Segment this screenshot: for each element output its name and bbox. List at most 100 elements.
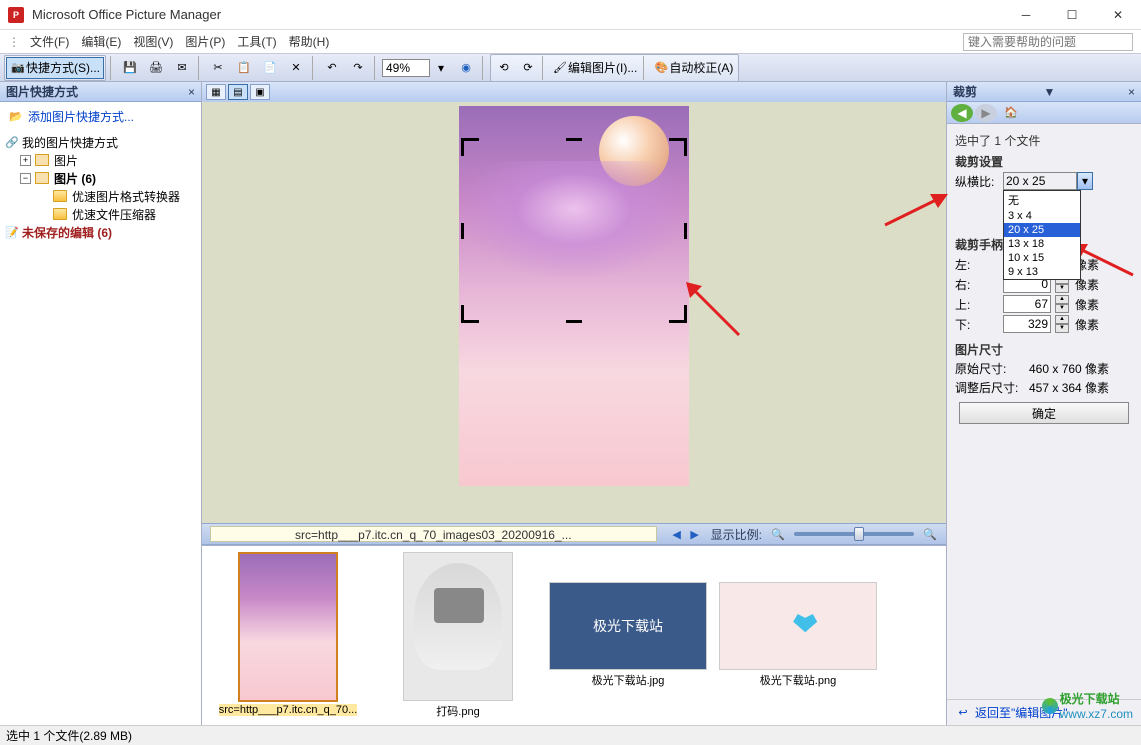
- image-preview[interactable]: [459, 106, 689, 486]
- save-button[interactable]: 💾: [118, 57, 142, 79]
- print-button[interactable]: 🖨: [144, 57, 168, 79]
- zoom-slider[interactable]: [794, 532, 914, 536]
- tree-node-pictures-6[interactable]: − 图片 (6): [0, 169, 201, 187]
- tree-node-converter[interactable]: 优速图片格式转换器: [0, 187, 201, 205]
- delete-button[interactable]: ✕: [284, 57, 308, 79]
- back-to-edit-link[interactable]: ↩ 返回至"编辑图片": [947, 699, 1141, 725]
- crop-handle-left[interactable]: [461, 223, 464, 239]
- thumbnail-image: 极光下载站: [549, 582, 707, 670]
- menu-file[interactable]: 文件(F): [24, 30, 75, 53]
- help-search-input[interactable]: [963, 33, 1133, 51]
- aspect-option[interactable]: 10 x 15: [1004, 251, 1080, 265]
- view-thumbnails-button[interactable]: ▦: [206, 84, 226, 100]
- thumbnail-item[interactable]: 打码.png: [378, 552, 538, 719]
- tree-unsaved-edits[interactable]: 📝 未保存的编辑 (6): [0, 223, 201, 241]
- nav-home-button[interactable]: 🏠: [999, 102, 1023, 124]
- crop-bottom-spinner[interactable]: ▲▼: [1055, 315, 1069, 333]
- unsaved-icon: 📝: [4, 224, 20, 240]
- copy-button[interactable]: 📋: [232, 57, 256, 79]
- help-button[interactable]: ◉: [454, 57, 478, 79]
- crop-panel-close-button[interactable]: ×: [1128, 85, 1135, 99]
- nav-forward-button[interactable]: ▶: [975, 104, 997, 122]
- view-mode-toolbar: ▦ ▤ ▣: [202, 82, 946, 102]
- ok-button[interactable]: 确定: [959, 402, 1129, 424]
- thumbnail-item[interactable]: 极光下载站.png: [718, 552, 878, 719]
- mail-button[interactable]: ✉: [170, 57, 194, 79]
- thumbnail-item[interactable]: src=http___p7.itc.cn_q_70...: [208, 552, 368, 719]
- zoom-input[interactable]: [382, 59, 430, 77]
- paste-button[interactable]: 📄: [258, 57, 282, 79]
- nav-back-button[interactable]: ◀: [951, 104, 973, 122]
- crop-bottom-input[interactable]: [1003, 315, 1051, 333]
- zoom-dropdown-button[interactable]: ▾: [430, 57, 452, 79]
- aspect-option[interactable]: 无: [1004, 191, 1080, 209]
- menu-help[interactable]: 帮助(H): [283, 30, 336, 53]
- view-filmstrip-button[interactable]: ▤: [228, 84, 248, 100]
- add-shortcut-icon: 📂: [8, 109, 24, 125]
- aspect-option[interactable]: 20 x 25: [1004, 223, 1080, 237]
- image-size-label: 图片尺寸: [955, 341, 1133, 358]
- add-shortcut-link[interactable]: 📂 添加图片快捷方式...: [0, 102, 201, 131]
- crop-handle-br[interactable]: [669, 305, 687, 323]
- undo-button[interactable]: ↶: [320, 57, 344, 79]
- thumbnail-item[interactable]: 极光下载站 极光下载站.jpg: [548, 552, 708, 719]
- aspect-ratio-dropdown[interactable]: 20 x 25 ▾ 无 3 x 4 20 x 25 13 x 18 10 x 1…: [1003, 172, 1093, 190]
- crop-panel: 裁剪 ▼ × ◀ ▶ 🏠 选中了 1 个文件 裁剪设置 纵横比: 20 x 25…: [946, 82, 1141, 725]
- maximize-button[interactable]: ☐: [1049, 0, 1095, 30]
- menu-picture[interactable]: 图片(P): [179, 30, 231, 53]
- view-single-button[interactable]: ▣: [250, 84, 270, 100]
- menubar: ⋮ 文件(F) 编辑(E) 视图(V) 图片(P) 工具(T) 帮助(H): [0, 30, 1141, 54]
- crop-top-spinner[interactable]: ▲▼: [1055, 295, 1069, 313]
- crop-top-input[interactable]: [1003, 295, 1051, 313]
- adjusted-size-value: 457 x 364 像素: [1029, 379, 1109, 396]
- aspect-option[interactable]: 9 x 13: [1004, 265, 1080, 279]
- crop-handle-bl[interactable]: [461, 305, 479, 323]
- shortcut-panel-close-button[interactable]: ×: [188, 85, 195, 99]
- crop-handle-bottom[interactable]: [566, 320, 582, 323]
- crop-panel-dropdown[interactable]: ▼: [1044, 85, 1056, 99]
- thumbnail-image: [719, 582, 877, 670]
- redo-button[interactable]: ↷: [346, 57, 370, 79]
- crop-left-label: 左:: [955, 256, 999, 273]
- menu-edit[interactable]: 编辑(E): [75, 30, 127, 53]
- zoom-slider-thumb[interactable]: [854, 527, 864, 541]
- crop-handle-tr[interactable]: [669, 138, 687, 156]
- image-canvas[interactable]: [202, 102, 946, 523]
- expand-icon[interactable]: +: [20, 155, 31, 166]
- zoom-control[interactable]: ▾: [382, 57, 452, 79]
- thumbnail-image: [238, 552, 338, 702]
- zoom-in-button[interactable]: 🔍: [922, 526, 938, 542]
- collapse-icon[interactable]: −: [20, 173, 31, 184]
- zoom-out-button[interactable]: 🔍: [770, 526, 786, 542]
- save-icon: 💾: [122, 60, 138, 76]
- cut-button[interactable]: ✂: [206, 57, 230, 79]
- close-button[interactable]: ✕: [1095, 0, 1141, 30]
- aspect-ratio-options: 无 3 x 4 20 x 25 13 x 18 10 x 15 9 x 13: [1003, 190, 1081, 280]
- crop-handle-top[interactable]: [566, 138, 582, 141]
- prev-image-button[interactable]: ◀: [669, 526, 685, 542]
- edit-picture-button[interactable]: 🖌 编辑图片(I)...: [548, 57, 641, 79]
- aspect-option[interactable]: 13 x 18: [1004, 237, 1080, 251]
- crop-panel-header: 裁剪 ▼ ×: [947, 82, 1141, 102]
- menu-tools[interactable]: 工具(T): [231, 30, 282, 53]
- shortcut-panel-header: 图片快捷方式 ×: [0, 82, 201, 102]
- crop-handle-right[interactable]: [684, 223, 687, 239]
- tree-node-compressor[interactable]: 优速文件压缩器: [0, 205, 201, 223]
- crop-handle-tl[interactable]: [461, 138, 479, 156]
- minimize-button[interactable]: ─: [1003, 0, 1049, 30]
- next-image-button[interactable]: ▶: [687, 526, 703, 542]
- crop-selection[interactable]: [461, 138, 687, 323]
- aspect-option[interactable]: 3 x 4: [1004, 209, 1080, 223]
- menu-view[interactable]: 视图(V): [127, 30, 179, 53]
- rotate-right-button[interactable]: ⟳: [516, 57, 540, 79]
- shortcut-mode-button[interactable]: 📷 快捷方式(S)...: [6, 57, 104, 79]
- tree-root[interactable]: 🔗 我的图片快捷方式: [0, 133, 201, 151]
- auto-correct-button[interactable]: 🎨 自动校正(A): [649, 57, 737, 79]
- tree-root-label: 我的图片快捷方式: [22, 134, 118, 151]
- tree-node-pictures[interactable]: + 图片: [0, 151, 201, 169]
- chevron-down-icon[interactable]: ▾: [1077, 172, 1093, 190]
- thumbnail-name: 极光下载站.jpg: [592, 672, 665, 688]
- toolbar: 📷 快捷方式(S)... 💾 🖨 ✉ ✂ 📋 📄 ✕ ↶ ↷ ▾ ◉ ⟲ ⟳ 🖌…: [0, 54, 1141, 82]
- app-icon: P: [8, 7, 24, 23]
- rotate-left-button[interactable]: ⟲: [492, 57, 516, 79]
